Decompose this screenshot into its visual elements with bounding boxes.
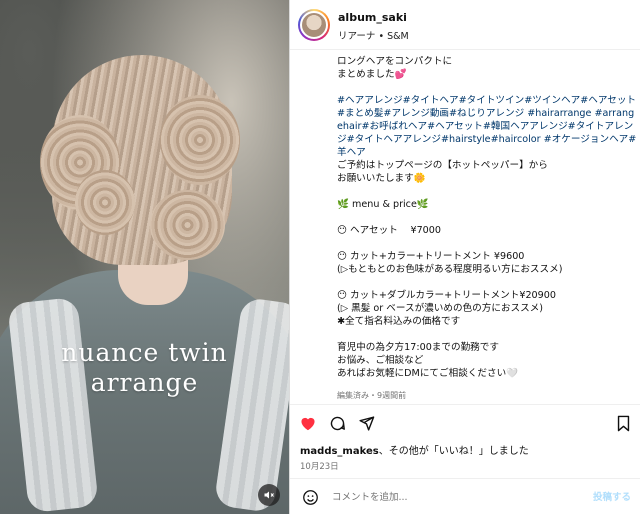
smiley-icon[interactable] — [300, 487, 320, 507]
hair-bun-lower-left — [75, 170, 135, 235]
action-bar — [290, 404, 640, 438]
comment-bar: コメントを追加... 投稿する — [290, 478, 640, 514]
avatar[interactable] — [298, 9, 330, 41]
post-date[interactable]: 10月23日 — [300, 460, 339, 472]
likes-text: madds_makes、その他が「いいね！」しました — [300, 442, 529, 457]
post-media[interactable]: nuance twin arrange — [0, 0, 289, 514]
muted-speaker-icon[interactable] — [258, 484, 280, 506]
audio-label[interactable]: リアーナ • S&M — [338, 28, 409, 42]
liker-username[interactable]: madds_makes — [300, 446, 379, 457]
avatar-image — [300, 11, 328, 39]
hair-bun-lower-right — [150, 190, 225, 260]
overlay-text-line1: nuance twin — [61, 338, 228, 367]
caption-body: ご予約はトップページの【ホットペッパー】から お願いいたします🌼 🌿 menu … — [337, 160, 563, 379]
post-header: album_saki リアーナ • S&M — [290, 0, 640, 50]
overlay-text-line2: arrange — [90, 368, 199, 397]
caption-intro: ロングヘアをコンパクトに まとめました💕 — [337, 56, 453, 80]
bookmark-icon[interactable] — [613, 413, 633, 433]
hair-bun-right — [160, 95, 240, 185]
comment-icon[interactable] — [327, 413, 347, 433]
caption: ロングヘアをコンパクトに まとめました💕 #ヘアアレンジ#タイトヘア#タイトツイ… — [337, 55, 637, 393]
post-panel: album_saki リアーナ • S&M ロングヘアをコンパクトに まとめまし… — [289, 0, 640, 514]
comment-input[interactable]: コメントを追加... — [332, 489, 408, 503]
likes-suffix: 、その他が「いいね！」しました — [378, 446, 529, 457]
caption-hashtags[interactable]: #ヘアアレンジ#タイトヘア#タイトツイン#ツインヘア#ヘアセット#まとめ髪#アレ… — [337, 95, 636, 158]
username[interactable]: album_saki — [338, 11, 407, 24]
post-button[interactable]: 投稿する — [593, 489, 631, 503]
heart-filled-icon[interactable] — [298, 413, 318, 433]
edited-label: 編集済み・9週間前 — [337, 391, 407, 400]
paper-plane-icon[interactable] — [356, 413, 376, 433]
